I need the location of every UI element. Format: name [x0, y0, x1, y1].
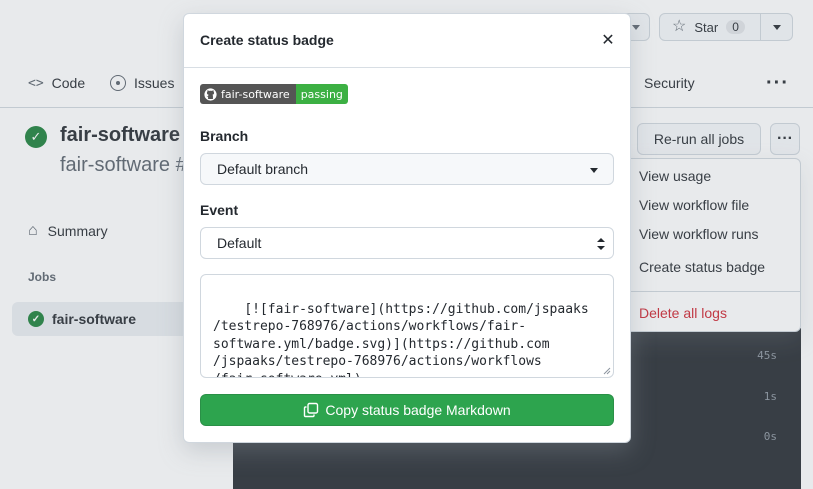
status-badge-preview: fair-software passing [200, 84, 348, 104]
badge-label: fair-software [200, 84, 296, 104]
triangle-down-icon [590, 168, 598, 173]
badge-left-text: fair-software [221, 87, 290, 101]
close-button[interactable]: ✕ [600, 32, 616, 49]
dialog-header: Create status badge ✕ [184, 14, 630, 68]
badge-markdown-text: [![fair-software](https://github.com/jsp… [213, 301, 589, 378]
event-label: Event [200, 202, 239, 218]
branch-label: Branch [200, 128, 249, 144]
github-mark-icon [204, 87, 217, 101]
close-icon: ✕ [601, 32, 615, 49]
create-status-badge-dialog: Create status badge ✕ fair-software pass… [183, 13, 631, 443]
badge-markdown-textarea[interactable]: [![fair-software](https://github.com/jsp… [200, 274, 614, 378]
copy-button-label: Copy status badge Markdown [325, 402, 511, 418]
dialog-title: Create status badge [200, 32, 334, 48]
select-arrows-icon [597, 238, 605, 250]
branch-select[interactable]: Default branch [200, 153, 614, 185]
event-select[interactable]: Default [200, 227, 614, 259]
resize-grip-icon[interactable] [603, 367, 611, 375]
copy-markdown-button[interactable]: Copy status badge Markdown [200, 394, 614, 426]
copy-icon [304, 402, 319, 418]
badge-status: passing [295, 84, 348, 104]
branch-select-value: Default branch [217, 161, 309, 177]
event-select-value: Default [217, 235, 262, 251]
